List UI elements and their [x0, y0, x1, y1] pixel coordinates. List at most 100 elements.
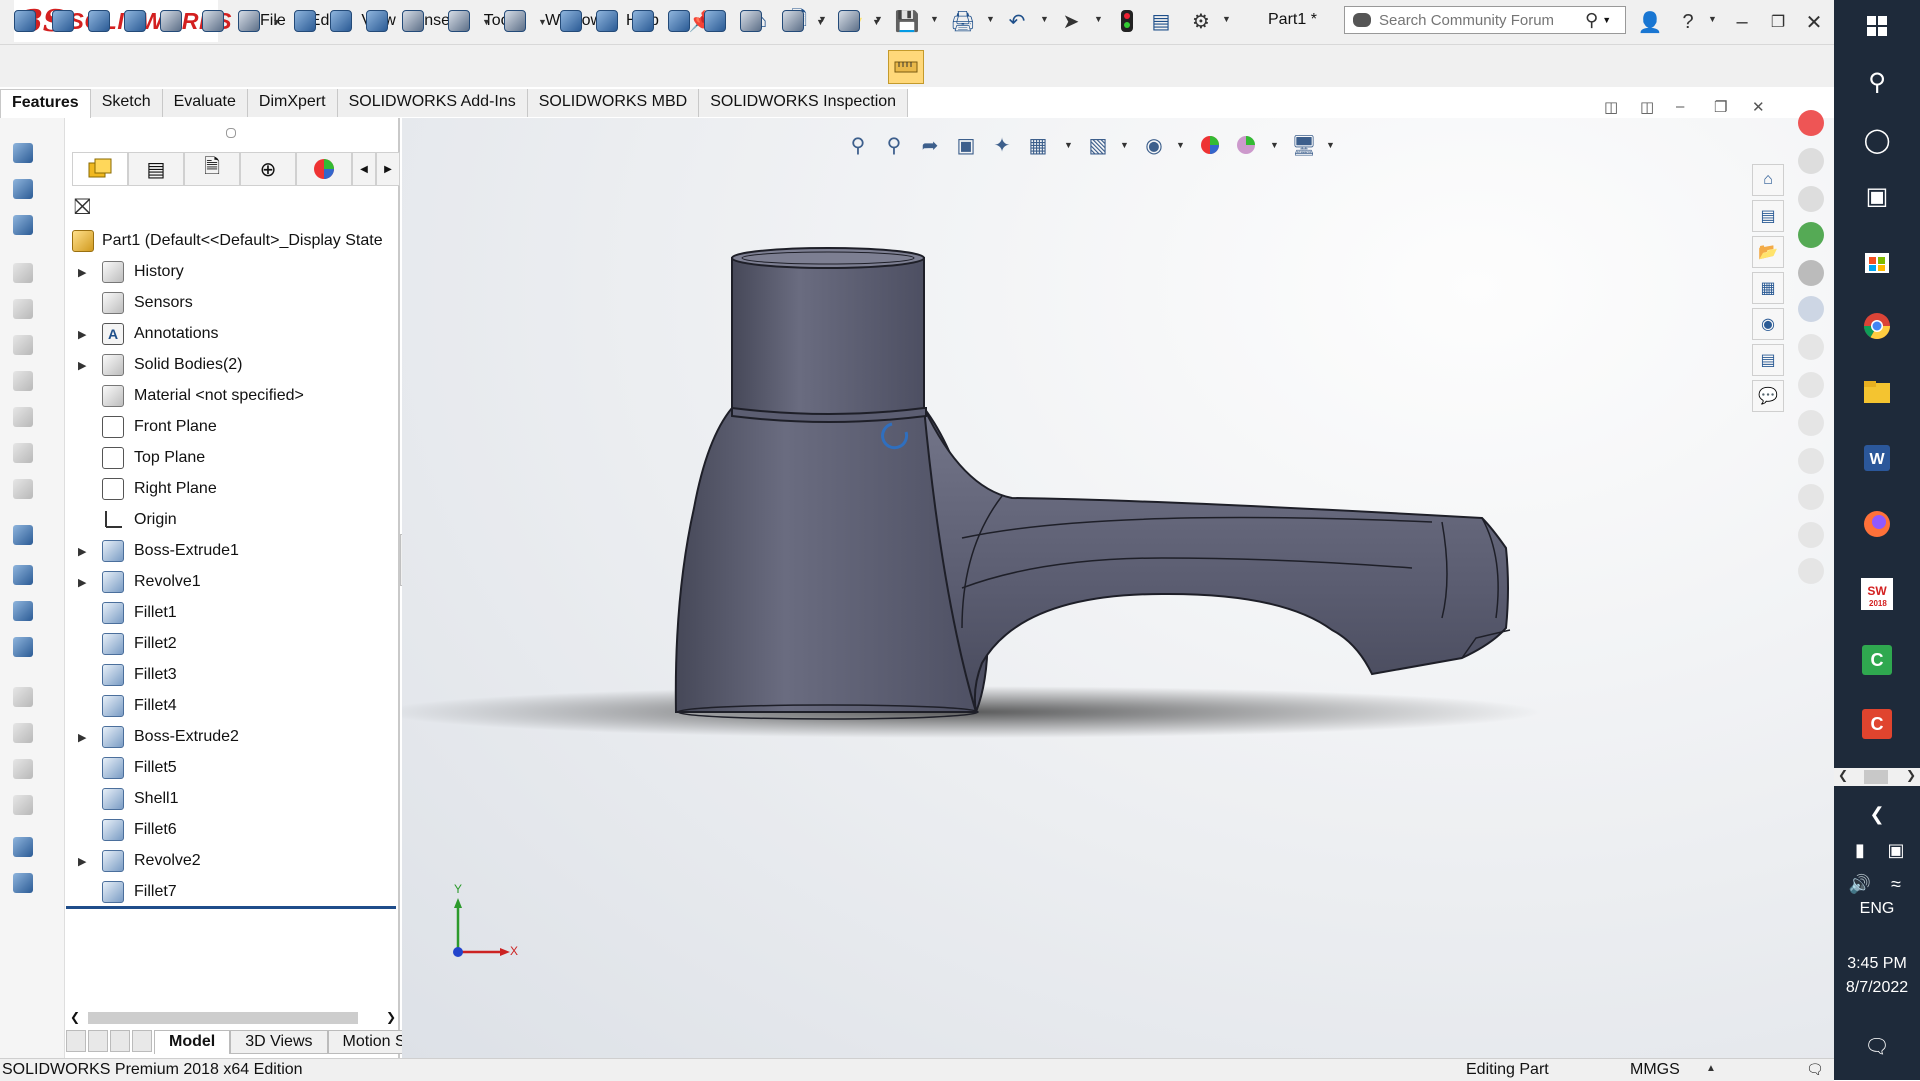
hole-wizard-icon[interactable]	[234, 6, 264, 36]
expand-arrow-icon[interactable]: ▶	[78, 855, 92, 868]
hide-show-dropdown-icon[interactable]: ▼	[1176, 140, 1185, 150]
expand-arrow-icon[interactable]: ▶	[78, 731, 92, 744]
strip-icon-11[interactable]	[10, 522, 36, 548]
design-library-icon[interactable]: ▤	[1752, 200, 1784, 232]
revolved-cut-icon[interactable]	[290, 6, 320, 36]
chrome-icon[interactable]	[1855, 304, 1899, 348]
tree-horizontal-scrollbar[interactable]: ❮ ❯	[70, 1008, 396, 1028]
curves-dropdown-icon[interactable]: ▼	[872, 17, 881, 27]
view-settings-icon[interactable]: 🖥	[1290, 131, 1318, 159]
status-units[interactable]: MMGS	[1630, 1061, 1680, 1079]
scroll-right-icon[interactable]: ❯	[386, 1010, 396, 1024]
taskbar-scroller[interactable]: ❮ ❯	[1834, 768, 1920, 786]
right-tool-12-icon[interactable]	[1798, 522, 1824, 548]
expand-arrow-icon[interactable]: ▶	[78, 328, 92, 341]
boundary-boss-icon[interactable]	[156, 6, 186, 36]
tab-model[interactable]: Model	[154, 1030, 231, 1054]
strip-icon-12[interactable]	[10, 562, 36, 588]
right-tool-2-icon[interactable]	[1798, 148, 1824, 174]
help-dropdown-icon[interactable]: ▼	[1708, 14, 1717, 24]
tree-item-origin[interactable]: Origin	[66, 505, 398, 535]
custom-properties-icon[interactable]: ▤	[1752, 344, 1784, 376]
tree-item-annotations[interactable]: ▶ A Annotations	[66, 319, 398, 349]
right-tool-11-icon[interactable]	[1798, 484, 1824, 510]
last-tab-icon[interactable]	[132, 1030, 152, 1052]
tree-item-right-plane[interactable]: Right Plane	[66, 474, 398, 504]
next-tab-icon[interactable]	[110, 1030, 130, 1052]
tree-item-boss-extrude2[interactable]: ▶ Boss-Extrude2	[66, 722, 398, 752]
lofted-cut-icon[interactable]	[362, 6, 392, 36]
tree-item-front-plane[interactable]: Front Plane	[66, 412, 398, 442]
intersect-icon[interactable]	[664, 6, 694, 36]
tree-item-fillet4[interactable]: Fillet4	[66, 691, 398, 721]
notifications-icon[interactable]: 🗨	[1855, 1024, 1899, 1068]
viewport-restore-icon[interactable]: ❐	[1714, 98, 1727, 116]
file-explorer-taskbar-icon[interactable]	[1855, 370, 1899, 414]
hide-show-items-icon[interactable]: ◉	[1140, 131, 1168, 159]
units-dropdown-icon[interactable]: ▲	[1706, 1063, 1716, 1074]
expand-arrow-icon[interactable]: ▶	[78, 359, 92, 372]
scene-dropdown-icon[interactable]: ▼	[1270, 140, 1279, 150]
right-tool-1-icon[interactable]	[1798, 110, 1824, 136]
fillet-tool-icon[interactable]	[444, 6, 474, 36]
help-icon[interactable]: ?	[1674, 8, 1702, 36]
strip-icon-13[interactable]	[10, 598, 36, 624]
expand-arrow-icon[interactable]: ▶	[78, 576, 92, 589]
dynamic-annotation-icon[interactable]: ✦	[988, 131, 1016, 159]
strip-icon-4[interactable]	[10, 260, 36, 286]
strip-icon-5[interactable]	[10, 296, 36, 322]
solidworks-taskbar-icon[interactable]: SW 2018	[1855, 572, 1899, 616]
view-settings-dropdown-icon[interactable]: ▼	[1326, 140, 1335, 150]
hole-dropdown-icon[interactable]: ▼	[272, 17, 281, 27]
tree-item-history[interactable]: ▶ History	[66, 257, 398, 287]
strip-icon-19[interactable]	[10, 834, 36, 860]
tree-item-material-not-specified[interactable]: Material <not specified>	[66, 381, 398, 411]
right-tool-13-icon[interactable]	[1798, 558, 1824, 584]
tab-evaluate[interactable]: Evaluate	[162, 89, 248, 117]
tabs-right-arrow-icon[interactable]: ▶	[376, 152, 400, 186]
windows-start-icon[interactable]	[1855, 4, 1899, 48]
camtasia-green-icon[interactable]: C	[1855, 638, 1899, 682]
mirror-icon[interactable]	[736, 6, 766, 36]
word-icon[interactable]: W	[1855, 436, 1899, 480]
right-tool-9-icon[interactable]	[1798, 410, 1824, 436]
file-properties-icon[interactable]: ▤	[1148, 8, 1174, 34]
rebuild-icon[interactable]	[1114, 8, 1140, 34]
microsoft-store-icon[interactable]	[1855, 238, 1899, 282]
pattern-dropdown-icon[interactable]: ▼	[538, 17, 547, 27]
options-dropdown-icon[interactable]: ▼	[1222, 14, 1231, 24]
viewport-close-icon[interactable]: ✕	[1752, 98, 1765, 116]
task-view-icon[interactable]: ▣	[1855, 174, 1899, 218]
draft-icon[interactable]	[628, 6, 658, 36]
tree-item-top-plane[interactable]: Top Plane	[66, 443, 398, 473]
tree-item-shell1[interactable]: Shell1	[66, 784, 398, 814]
restore-icon[interactable]: ❐	[1764, 8, 1792, 36]
tree-item-fillet6[interactable]: Fillet6	[66, 815, 398, 845]
reference-geometry-icon[interactable]	[778, 6, 808, 36]
tab-mbd[interactable]: SOLIDWORKS MBD	[527, 89, 700, 117]
wrap-icon[interactable]	[592, 6, 622, 36]
view-palette-icon[interactable]: ▦	[1752, 272, 1784, 304]
strip-icon-17[interactable]	[10, 756, 36, 782]
expand-arrow-icon[interactable]: ▶	[78, 545, 92, 558]
viewport-minimize-icon[interactable]: –	[1676, 98, 1684, 115]
camtasia-red-icon[interactable]: C	[1855, 702, 1899, 746]
panel-grip-icon[interactable]	[226, 128, 236, 138]
viewport-tile-left-icon[interactable]: ◫	[1604, 98, 1618, 116]
view-orientation-dropdown-icon[interactable]: ▼	[1064, 140, 1073, 150]
solidworks-resources-icon[interactable]: ⌂	[1752, 164, 1784, 196]
first-tab-icon[interactable]	[66, 1030, 86, 1052]
strip-icon-14[interactable]	[10, 634, 36, 660]
displaymanager-tab-icon[interactable]	[296, 152, 352, 186]
right-tool-8-icon[interactable]	[1798, 372, 1824, 398]
right-tool-7-icon[interactable]	[1798, 334, 1824, 360]
cortana-icon[interactable]: ◯	[1855, 118, 1899, 162]
right-tool-5-icon[interactable]	[1798, 260, 1824, 286]
close-icon[interactable]: ✕	[1800, 8, 1828, 36]
tab-features[interactable]: Features	[0, 89, 91, 118]
tree-item-fillet1[interactable]: Fillet1	[66, 598, 398, 628]
forum-icon[interactable]: 💬	[1752, 380, 1784, 412]
select-icon[interactable]: ➤	[1058, 8, 1084, 34]
taskbar-scroll-thumb[interactable]	[1864, 770, 1888, 784]
faucet-model[interactable]	[402, 118, 1834, 1058]
